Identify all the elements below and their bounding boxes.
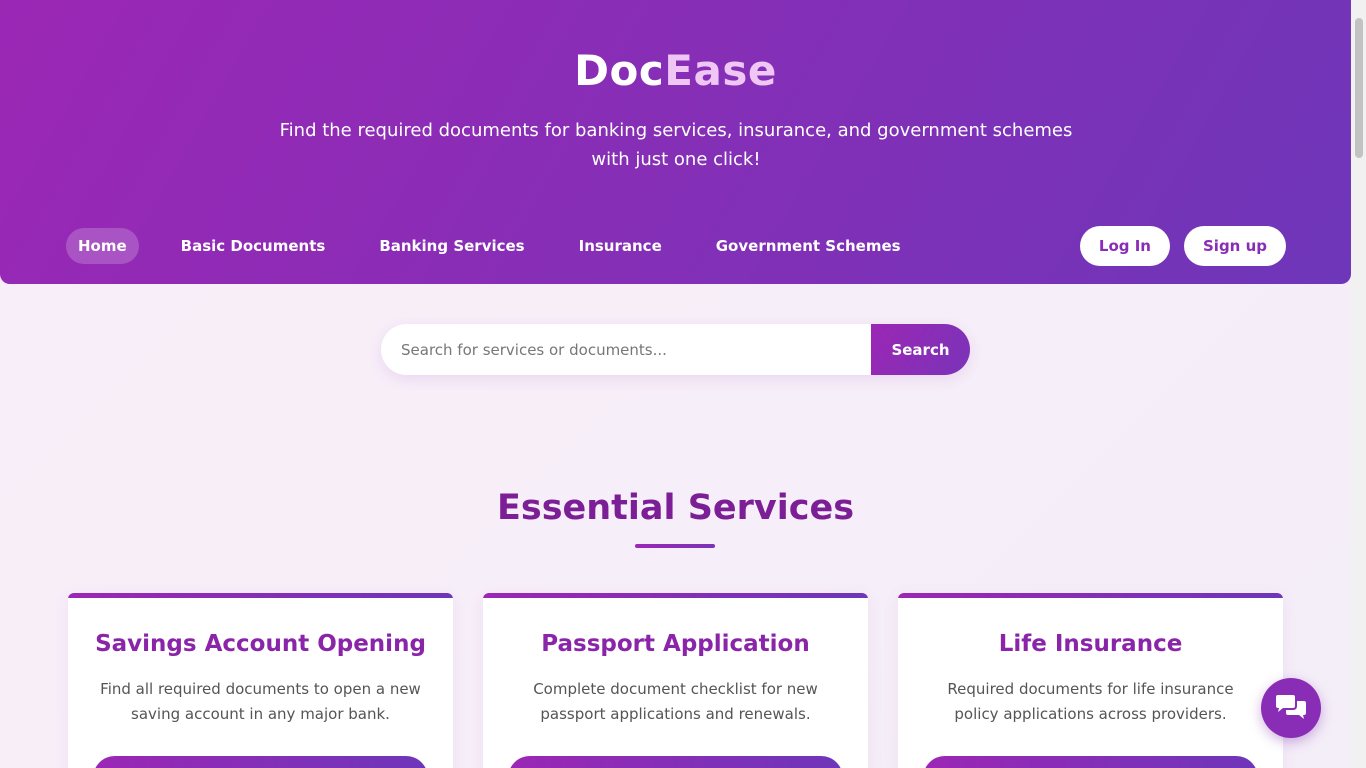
- service-card-life-insurance: Life Insurance Required documents for li…: [898, 593, 1283, 768]
- service-card-passport: Passport Application Complete document c…: [483, 593, 868, 768]
- card-action-button[interactable]: [923, 756, 1258, 768]
- card-accent-bar: [68, 593, 453, 598]
- card-accent-bar: [483, 593, 868, 598]
- card-description: Required documents for life insurance po…: [947, 680, 1234, 723]
- nav-item-home[interactable]: Home: [66, 228, 139, 264]
- signup-button[interactable]: Sign up: [1184, 226, 1286, 266]
- logo-doc: Doc: [574, 46, 665, 95]
- auth-buttons: Log In Sign up: [1066, 226, 1286, 266]
- logo-ease: Ease: [664, 46, 777, 95]
- nav-item-basic-documents[interactable]: Basic Documents: [169, 228, 338, 264]
- card-description: Find all required documents to open a ne…: [100, 680, 421, 723]
- card-title: Savings Account Opening: [95, 631, 426, 657]
- card-title: Passport Application: [541, 631, 810, 657]
- tagline: Find the required documents for banking …: [279, 120, 1073, 170]
- card-action-button[interactable]: [93, 756, 428, 768]
- search-bar: Search: [381, 324, 970, 375]
- scrollbar-thumb[interactable]: [1355, 18, 1363, 158]
- nav-item-government-schemes[interactable]: Government Schemes: [704, 228, 913, 264]
- card-action-button[interactable]: [508, 756, 843, 768]
- nav-item-banking-services[interactable]: Banking Services: [367, 228, 536, 264]
- page-header: DocEase Find the required documents for …: [0, 0, 1351, 284]
- title-underline: [635, 544, 715, 548]
- service-card-savings-account: Savings Account Opening Find all require…: [68, 593, 453, 768]
- nav-item-insurance[interactable]: Insurance: [567, 228, 674, 264]
- search-button[interactable]: Search: [871, 324, 970, 375]
- chat-button[interactable]: [1261, 678, 1321, 738]
- search-input[interactable]: [381, 324, 871, 375]
- card-description: Complete document checklist for new pass…: [533, 680, 818, 723]
- section-title: Essential Services: [496, 488, 855, 528]
- login-button[interactable]: Log In: [1079, 226, 1170, 266]
- page-scrollbar[interactable]: [1351, 0, 1366, 768]
- logo[interactable]: DocEase: [0, 46, 1351, 95]
- chat-bubbles-icon: [1276, 695, 1306, 719]
- card-accent-bar: [898, 593, 1283, 598]
- main-nav: Home Basic Documents Banking Services In…: [66, 228, 943, 264]
- card-title: Life Insurance: [998, 631, 1183, 657]
